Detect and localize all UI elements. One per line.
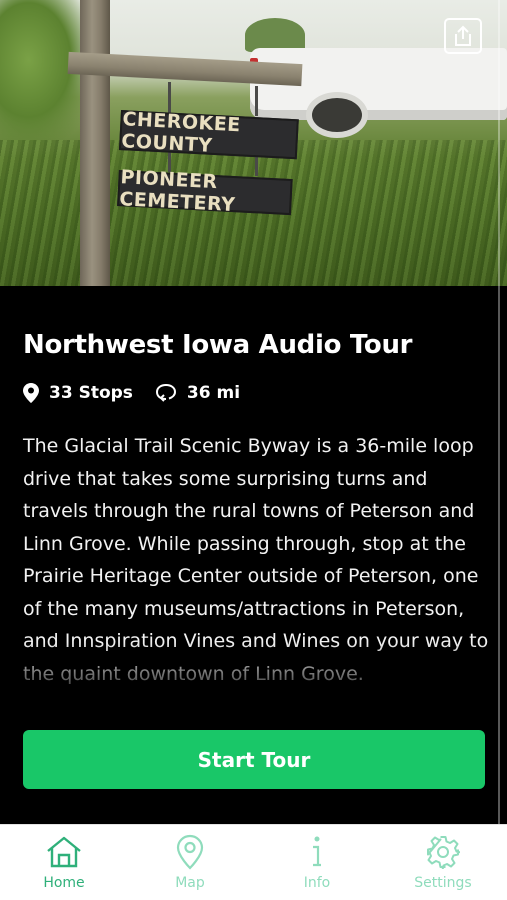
bottom-tab-bar: Home Map Info Settings — [0, 824, 507, 900]
tab-settings-label: Settings — [414, 875, 472, 891]
sign-pioneer-cemetery: PIONEER CEMETERY — [117, 166, 293, 216]
info-icon — [313, 836, 321, 867]
tab-home[interactable]: Home — [9, 825, 119, 900]
share-icon — [455, 25, 471, 46]
loop-route-icon — [155, 383, 176, 402]
sign-chain — [168, 82, 171, 114]
sign-chain — [255, 86, 258, 116]
tour-details-panel: Northwest Iowa Audio Tour 33 Stops 36 mi… — [0, 286, 507, 824]
location-pin-icon — [23, 383, 39, 403]
scrollbar-track[interactable] — [498, 0, 500, 824]
stops-count: 33 Stops — [49, 383, 133, 403]
stops-stat: 33 Stops — [23, 383, 133, 403]
truck-wheel — [306, 92, 368, 138]
map-pin-icon — [176, 834, 204, 870]
distance-stat: 36 mi — [155, 383, 240, 403]
tab-settings[interactable]: Settings — [388, 825, 498, 900]
gear-icon — [427, 836, 460, 869]
tour-meta: 33 Stops 36 mi — [23, 383, 262, 403]
home-icon — [47, 836, 81, 868]
hero-trees — [245, 18, 305, 52]
tab-map-label: Map — [175, 875, 205, 891]
tab-home-label: Home — [43, 875, 85, 891]
description-fade — [0, 642, 507, 688]
hero-image: CHEROKEE COUNTY PIONEER CEMETERY — [0, 0, 507, 286]
distance-value: 36 mi — [186, 383, 241, 403]
share-button[interactable] — [444, 18, 482, 54]
tab-info[interactable]: Info — [262, 825, 372, 900]
sign-cherokee-county: CHEROKEE COUNTY — [118, 108, 299, 160]
start-tour-button[interactable]: Start Tour — [23, 730, 485, 789]
sign-post — [80, 0, 110, 286]
tab-map[interactable]: Map — [135, 825, 245, 900]
tour-title: Northwest Iowa Audio Tour — [23, 330, 413, 360]
tab-info-label: Info — [303, 875, 331, 891]
